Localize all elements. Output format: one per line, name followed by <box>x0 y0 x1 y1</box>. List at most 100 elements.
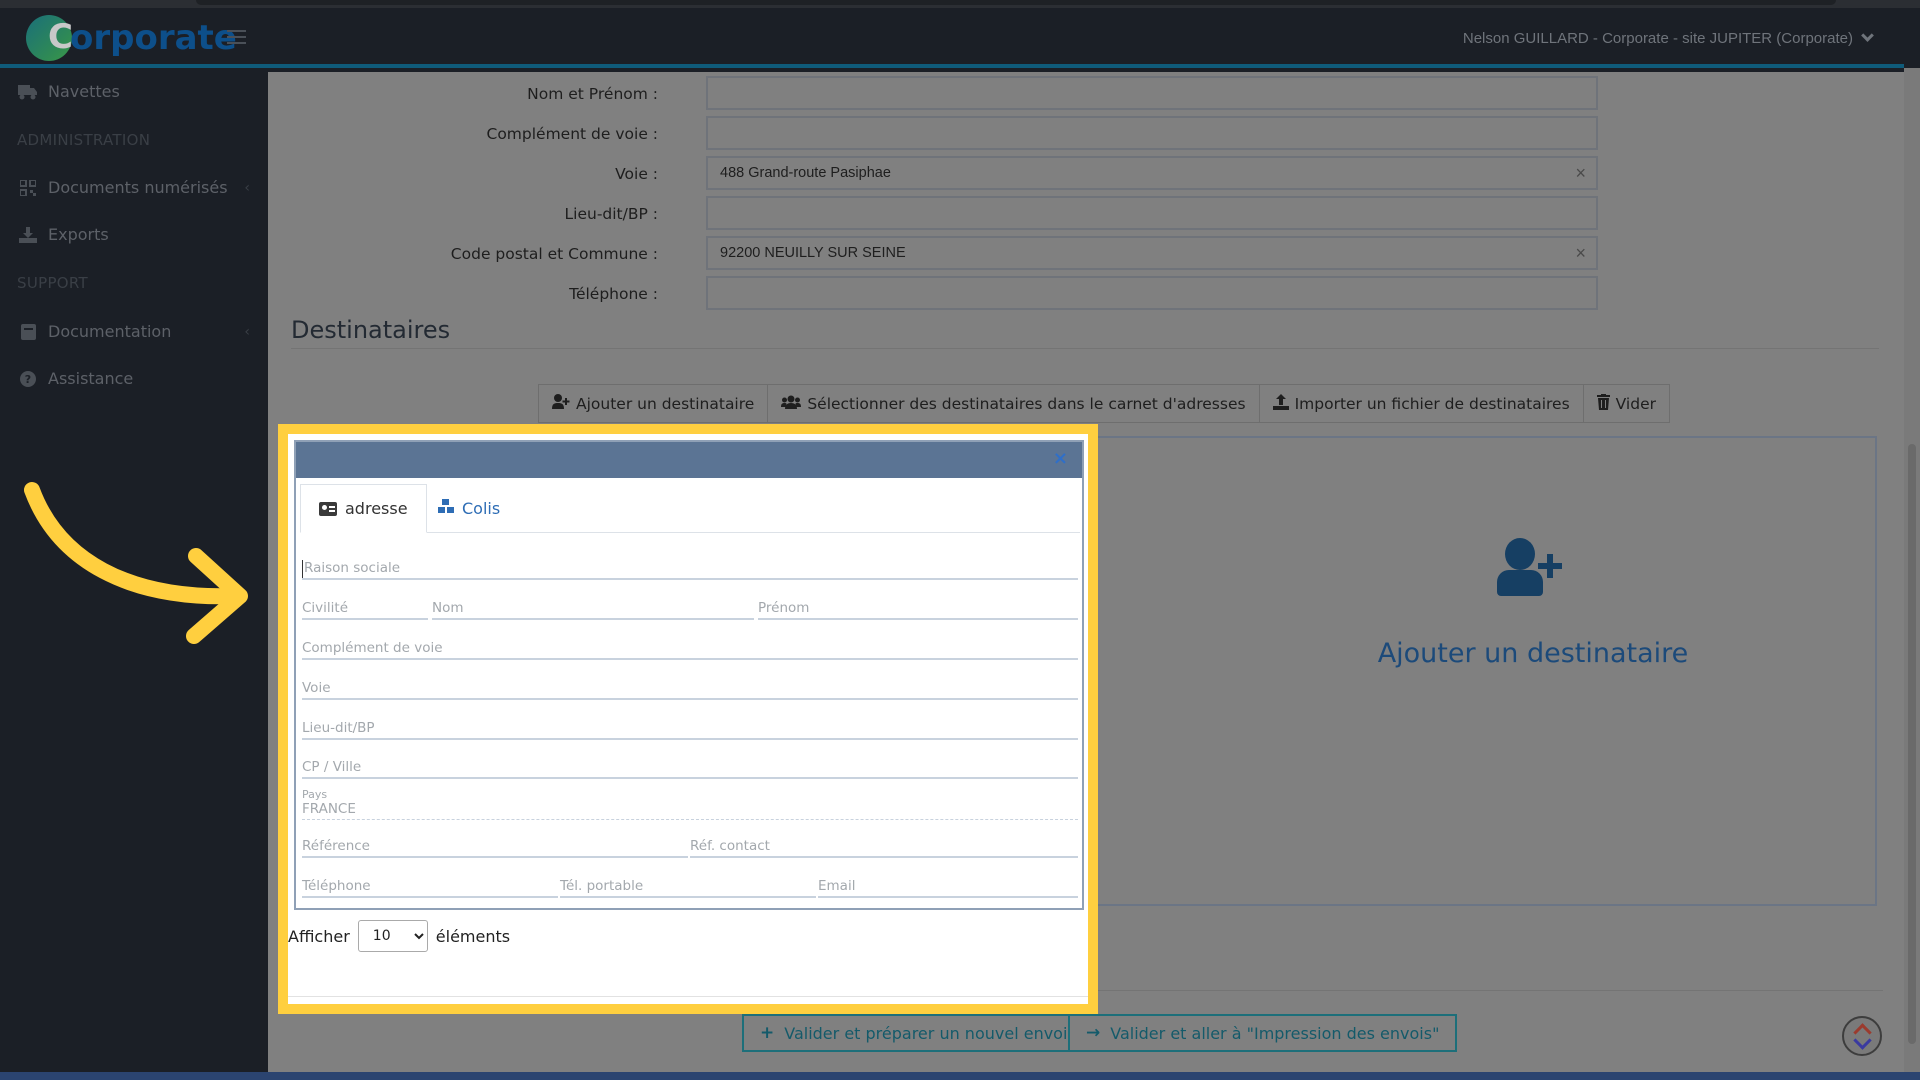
lieu-dit-input[interactable] <box>706 196 1598 230</box>
tab-colis[interactable]: Colis <box>420 484 518 533</box>
button-label: Ajouter un destinataire <box>576 394 755 413</box>
help-widget-button[interactable] <box>1842 1016 1882 1056</box>
question-circle-icon: ? <box>18 370 38 388</box>
cp-ville-field[interactable]: CP / Ville <box>302 753 1078 779</box>
hamburger-icon[interactable] <box>227 30 246 44</box>
recipient-actions: Ajouter un destinataire Sélectionner des… <box>538 384 1670 423</box>
clear-recipients-button[interactable]: Vider <box>1583 385 1669 422</box>
divider <box>288 996 1088 997</box>
lieu-dit-field[interactable]: Lieu-dit/BP <box>302 714 1078 740</box>
qrcode-icon <box>18 179 38 197</box>
page-length-prefix: Afficher <box>288 926 350 946</box>
code-postal-value: 92200 NEUILLY SUR SEINE <box>720 245 906 261</box>
telephone-field[interactable]: Téléphone <box>302 872 558 898</box>
page-length-suffix: éléments <box>435 926 511 946</box>
tab-adresse[interactable]: adresse <box>300 484 427 533</box>
annotation-arrow-icon <box>24 482 248 644</box>
user-plus-icon <box>1497 538 1569 600</box>
tel-portable-input[interactable]: Tél. portable <box>560 872 816 898</box>
svg-text:?: ? <box>25 373 31 386</box>
sidebar-item-navettes[interactable]: Navettes <box>18 82 250 101</box>
code-postal-commune-input[interactable]: 92200 NEUILLY SUR SEINE × <box>706 236 1598 270</box>
pays-value: FRANCE <box>302 801 356 817</box>
prenom-input[interactable]: Prénom <box>758 594 1078 620</box>
user-menu-label: Nelson GUILLARD - Corporate - site JUPIT… <box>1462 30 1853 47</box>
highlight-frame: × adresse Colis Raison sociale Civilité … <box>278 424 1098 1014</box>
voie-field[interactable]: Voie <box>302 674 1078 700</box>
user-menu-dropdown[interactable]: Nelson GUILLARD - Corporate - site JUPIT… <box>1462 29 1874 47</box>
email-input[interactable]: Email <box>818 872 1078 898</box>
validate-new-shipment-button[interactable]: + Valider et préparer un nouvel envoi <box>742 1014 1086 1052</box>
form-row-nom-prenom: Nom et Prénom : <box>268 76 1868 112</box>
sidebar-item-label: Navettes <box>48 82 120 101</box>
tab-label: Colis <box>462 499 501 518</box>
sidebar-item-label: Documents numérisés <box>48 178 228 197</box>
select-from-address-book-button[interactable]: Sélectionner des destinataires dans le c… <box>768 385 1260 422</box>
users-icon <box>781 395 802 413</box>
complement-voie-input[interactable] <box>706 116 1598 150</box>
pays-field[interactable]: Pays FRANCE <box>302 788 1078 820</box>
field-label: Nom et Prénom : <box>527 85 658 103</box>
field-label: Code postal et Commune : <box>450 245 658 263</box>
add-recipient-button[interactable]: Ajouter un destinataire <box>539 385 769 422</box>
close-icon[interactable]: × <box>1053 448 1068 469</box>
page-scrollbar[interactable] <box>1904 68 1920 1072</box>
nom-input[interactable]: Nom <box>432 594 754 620</box>
button-label: Importer un fichier de destinataires <box>1294 394 1570 413</box>
clear-icon[interactable]: × <box>1575 158 1586 188</box>
button-label: Valider et aller à "Impression des envoi… <box>1110 1023 1440 1043</box>
scrollbar-thumb[interactable] <box>1908 444 1916 1044</box>
app-logo[interactable]: C orporate <box>26 14 239 62</box>
chevron-down-icon <box>1861 29 1874 42</box>
browser-tab-strip <box>196 0 1836 5</box>
tab-label: adresse <box>345 499 408 518</box>
browser-chrome <box>0 0 1920 8</box>
form-row-voie: Voie : 488 Grand-route Pasiphae × <box>268 156 1868 192</box>
sidebar-item-documents-numerises[interactable]: Documents numérisés ‹ <box>18 178 250 197</box>
trash-icon <box>1596 393 1610 414</box>
truck-icon <box>18 83 38 101</box>
raison-sociale-input[interactable]: Raison sociale <box>302 554 1078 580</box>
sidebar-item-documentation[interactable]: Documentation ‹ <box>18 322 250 341</box>
page-length-select[interactable]: 10 <box>357 920 428 952</box>
telephone-input[interactable] <box>706 276 1598 310</box>
voie-input[interactable]: 488 Grand-route Pasiphae × <box>706 156 1598 190</box>
download-icon <box>18 226 38 244</box>
empty-state-label: Ajouter un destinataire <box>1377 638 1689 669</box>
sidebar-item-assistance[interactable]: ? Assistance <box>18 369 250 388</box>
chevron-left-icon: ‹ <box>244 179 250 196</box>
validate-go-to-print-button[interactable]: → Valider et aller à "Impression des env… <box>1068 1014 1458 1052</box>
button-label: Sélectionner des destinataires dans le c… <box>807 394 1246 413</box>
book-icon <box>18 323 38 341</box>
sidebar-section-administration: ADMINISTRATION <box>17 131 151 149</box>
logo-text: orporate <box>70 18 237 58</box>
modal-header: × <box>296 442 1082 478</box>
field-label: Complément de voie : <box>486 125 659 143</box>
plus-icon: + <box>760 1023 775 1043</box>
sidebar-section-support: SUPPORT <box>17 274 88 292</box>
top-navbar: C orporate Nelson GUILLARD - Corporate -… <box>0 8 1904 68</box>
reference-input[interactable]: Référence <box>302 832 688 858</box>
arrow-right-icon: → <box>1086 1023 1101 1043</box>
page-length-control: Afficher 10 éléments <box>288 920 510 952</box>
cubes-icon <box>438 499 454 518</box>
form-row-code-postal: Code postal et Commune : 92200 NEUILLY S… <box>268 236 1868 272</box>
add-recipient-empty-state[interactable]: Ajouter un destinataire <box>1323 538 1743 669</box>
field-label: Téléphone : <box>569 285 658 303</box>
nom-prenom-input[interactable] <box>706 76 1598 110</box>
id-card-icon <box>319 501 337 516</box>
clear-icon[interactable]: × <box>1575 238 1586 268</box>
ref-contact-input[interactable]: Réf. contact <box>690 832 1078 858</box>
voie-value: 488 Grand-route Pasiphae <box>720 165 891 181</box>
form-row-telephone: Téléphone : <box>268 276 1868 312</box>
sidebar-item-label: Assistance <box>48 369 134 388</box>
pays-label: Pays <box>302 788 328 801</box>
form-row-complement: Complément de voie : <box>268 116 1868 152</box>
upload-icon <box>1272 393 1289 414</box>
sidebar-item-exports[interactable]: Exports <box>18 225 250 244</box>
import-recipients-file-button[interactable]: Importer un fichier de destinataires <box>1259 385 1584 422</box>
complement-voie-field[interactable]: Complément de voie <box>302 634 1078 660</box>
field-label: Lieu-dit/BP : <box>564 205 658 223</box>
civilite-select[interactable]: Civilité <box>302 594 428 620</box>
sidebar-item-label: Exports <box>48 225 109 244</box>
